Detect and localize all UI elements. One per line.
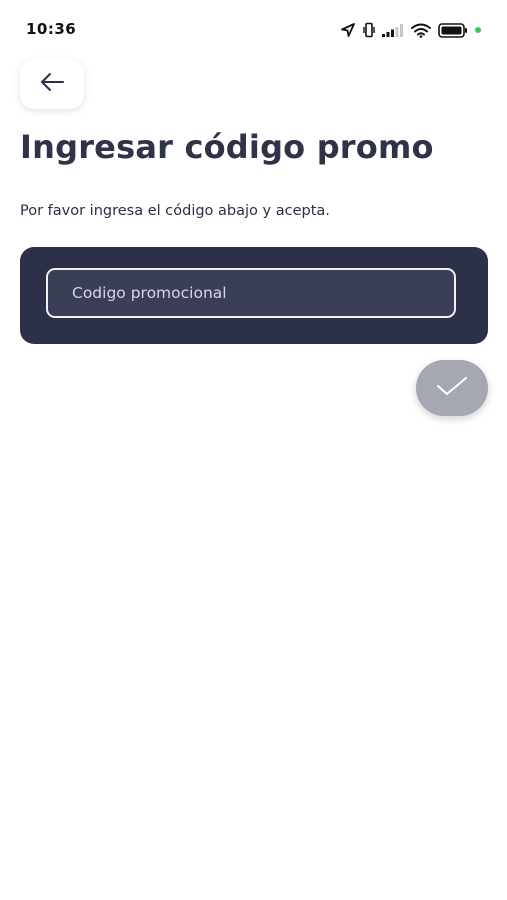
promo-code-card <box>20 247 488 344</box>
page-title: Ingresar código promo <box>20 128 434 166</box>
battery-icon <box>438 22 468 38</box>
camera-indicator-dot <box>475 27 481 33</box>
arrow-left-icon <box>39 72 65 96</box>
back-button[interactable] <box>20 59 84 109</box>
location-arrow-icon <box>340 22 356 38</box>
status-bar: 10:36 <box>0 0 507 60</box>
vibrate-icon <box>363 22 375 38</box>
wifi-icon <box>411 23 431 38</box>
page-subtitle: Por favor ingresa el código abajo y acep… <box>20 203 330 219</box>
status-icons <box>340 20 481 40</box>
promo-code-input[interactable] <box>46 268 456 318</box>
check-icon <box>435 375 469 401</box>
status-time: 10:36 <box>26 20 77 38</box>
accept-button[interactable] <box>416 360 488 416</box>
signal-icon <box>382 23 404 37</box>
